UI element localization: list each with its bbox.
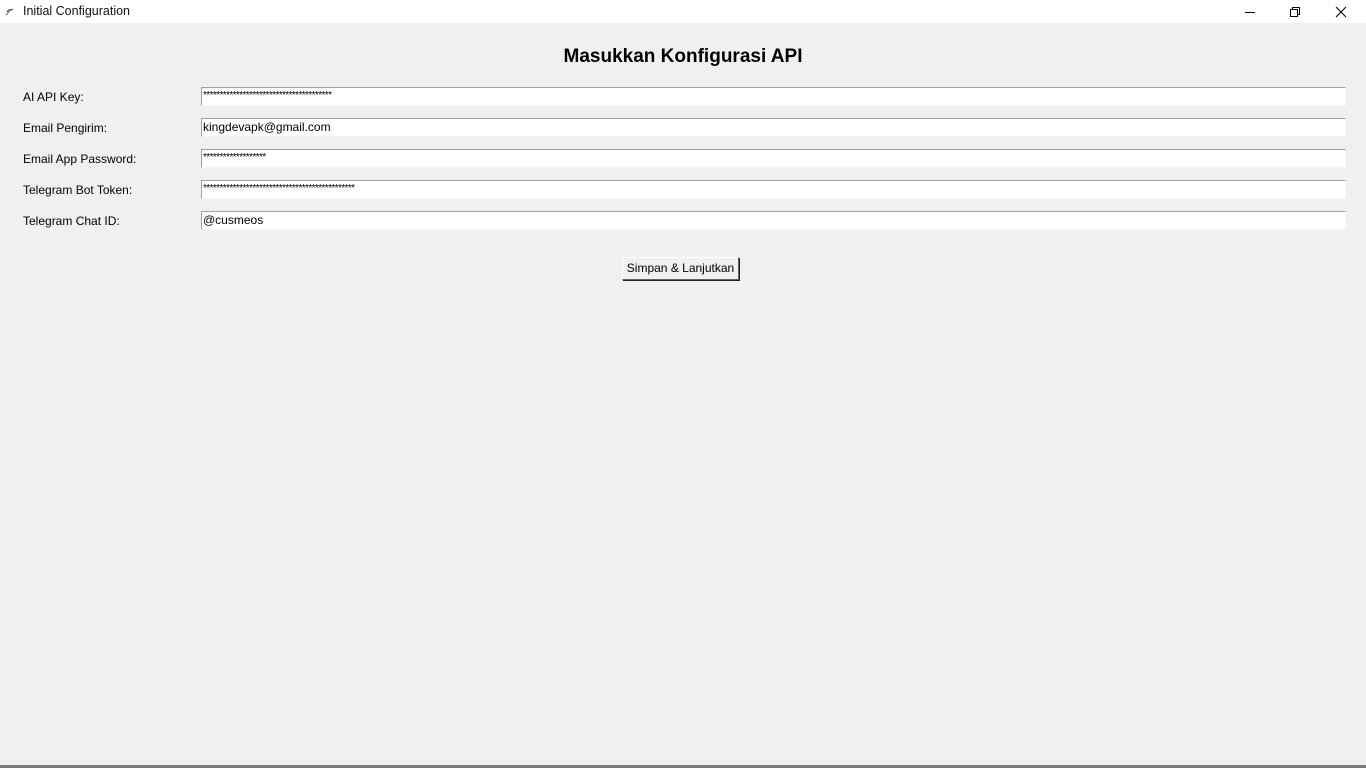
save-and-continue-button[interactable]: Simpan & Lanjutkan (622, 257, 739, 280)
email-sender-label: Email Pengirim: (23, 121, 108, 135)
email-app-password-label: Email App Password: (23, 152, 137, 166)
restore-button[interactable] (1272, 0, 1318, 23)
minimize-button[interactable] (1227, 0, 1273, 23)
close-button[interactable] (1318, 0, 1364, 23)
telegram-chat-id-input[interactable]: @cusmeos (201, 211, 1346, 230)
ai-api-key-input[interactable]: *************************************** (201, 87, 1346, 106)
telegram-bot-token-label: Telegram Bot Token: (23, 183, 133, 197)
email-app-password-input[interactable]: ******************* (201, 149, 1346, 168)
form-row-email-sender: Email Pengirim: kingdevapk@gmail.com (0, 118, 1366, 138)
close-icon (1335, 6, 1347, 18)
window-title: Initial Configuration (23, 4, 131, 18)
app-window: Initial Configuration Masukkan Konfigura… (0, 0, 1366, 768)
page-heading: Masukkan Konfigurasi API (563, 46, 803, 67)
restore-icon (1289, 6, 1301, 18)
feather-icon (5, 6, 15, 16)
email-sender-input[interactable]: kingdevapk@gmail.com (201, 118, 1346, 137)
title-bar[interactable]: Initial Configuration (0, 0, 1366, 23)
form-row-telegram-chat-id: Telegram Chat ID: @cusmeos (0, 211, 1366, 231)
minimize-icon (1244, 6, 1256, 18)
ai-api-key-label: AI API Key: (23, 90, 84, 104)
telegram-bot-token-input[interactable]: ****************************************… (201, 180, 1346, 199)
telegram-chat-id-label: Telegram Chat ID: (23, 214, 120, 228)
form-row-telegram-bot-token: Telegram Bot Token: ********************… (0, 180, 1366, 200)
form-row-email-app-password: Email App Password: ******************* (0, 149, 1366, 169)
form-row-ai-api-key: AI API Key: ****************************… (0, 87, 1366, 107)
